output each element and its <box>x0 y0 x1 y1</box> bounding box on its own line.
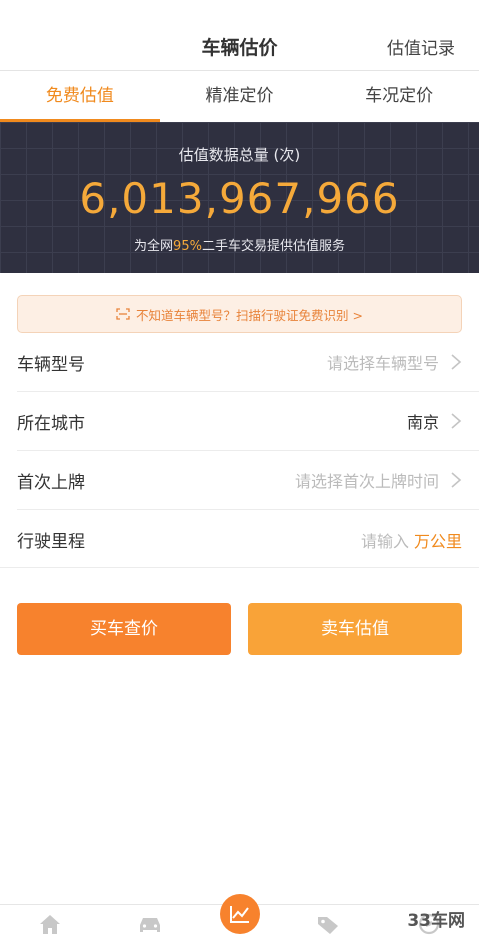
tag-icon[interactable] <box>316 913 342 935</box>
vehicle-model-row[interactable]: 车辆型号 请选择车辆型号 <box>17 333 479 392</box>
valuation-form: 车辆型号 请选择车辆型号 所在城市 南京 首次上牌 请选择首次上牌时间 行驶里程… <box>0 333 479 569</box>
city-label: 所在城市 <box>17 413 85 434</box>
valuation-total-count: 6,013,967,966 <box>79 174 400 223</box>
banner-desc-prefix: 为全网 <box>134 239 174 254</box>
tab-precise-pricing[interactable]: 精准定价 <box>160 72 320 122</box>
mileage-label: 行驶里程 <box>17 532 85 552</box>
valuation-history-link[interactable]: 估值记录 <box>387 34 455 59</box>
watermark-text: 33车网 <box>407 911 465 931</box>
banner-label: 估值数据总量 (次) <box>178 146 301 164</box>
home-icon[interactable] <box>38 913 62 935</box>
banner-desc-suffix: 二手车交易提供估值服务 <box>201 239 345 254</box>
mileage-row: 行驶里程 请输入 万公里 <box>17 510 479 569</box>
buy-car-price-button[interactable]: 买车查价 <box>17 603 231 655</box>
first-registration-label: 首次上牌 <box>17 472 85 493</box>
first-registration-placeholder: 请选择首次上牌时间 <box>294 472 439 491</box>
stats-banner: 估值数据总量 (次) 6,013,967,966 为全网95%二手车交易提供估值… <box>0 122 479 273</box>
sell-car-valuation-button[interactable]: 卖车估值 <box>248 603 462 655</box>
chevron-right-icon <box>451 354 462 370</box>
car-icon[interactable] <box>137 913 163 935</box>
chart-icon <box>230 906 249 923</box>
tab-bar: 免费估值 精准定价 车况定价 <box>0 72 479 122</box>
chevron-right-icon <box>451 472 462 488</box>
tab-free-valuation[interactable]: 免费估值 <box>0 72 160 122</box>
banner-desc-highlight: 95% <box>173 239 202 254</box>
scan-tip-text: 不知道车辆型号？扫描行驶证免费识别 > <box>136 307 363 323</box>
vehicle-model-placeholder: 请选择车辆型号 <box>326 354 439 373</box>
valuation-center-button[interactable] <box>220 894 260 934</box>
scan-license-tip[interactable]: 不知道车辆型号？扫描行驶证免费识别 > <box>17 295 462 333</box>
city-value: 南京 <box>406 413 439 432</box>
top-navbar: 车辆估价 估值记录 <box>0 0 479 71</box>
banner-description: 为全网95%二手车交易提供估值服务 <box>0 235 479 254</box>
mileage-input[interactable]: 请输入 <box>361 528 409 552</box>
form-divider <box>0 567 479 568</box>
chevron-right-icon <box>451 413 462 429</box>
first-registration-row[interactable]: 首次上牌 请选择首次上牌时间 <box>17 451 479 510</box>
city-row[interactable]: 所在城市 南京 <box>17 392 479 451</box>
tab-condition-pricing[interactable]: 车况定价 <box>319 72 479 122</box>
mileage-unit: 万公里 <box>413 531 462 551</box>
vehicle-model-label: 车辆型号 <box>17 354 85 375</box>
scan-icon <box>116 308 130 320</box>
